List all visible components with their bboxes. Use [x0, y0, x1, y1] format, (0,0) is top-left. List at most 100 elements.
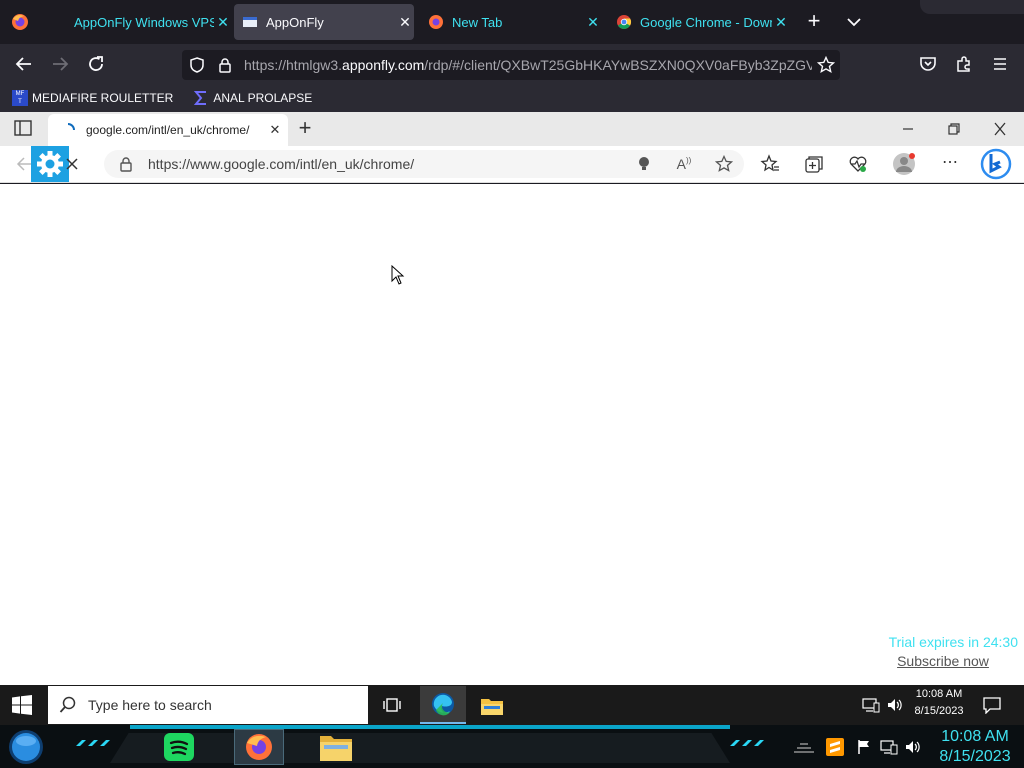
host-flag-tray-icon[interactable]: [856, 739, 872, 755]
host-tray-overflow-icon[interactable]: [792, 740, 816, 754]
reload-icon: [89, 56, 103, 71]
firefox-app-icon[interactable]: [10, 12, 30, 32]
window-icon: [242, 14, 258, 30]
edge-tab-google-chrome[interactable]: google.com/intl/en_uk/chrome/ ✕: [48, 114, 288, 146]
firefox-tab-new-tab[interactable]: New Tab ✕: [420, 4, 602, 40]
host-taskbar-frame: [110, 733, 730, 763]
stop-loading-button[interactable]: [64, 155, 80, 173]
favorites-button[interactable]: [760, 154, 780, 174]
list-all-tabs-button[interactable]: [844, 10, 864, 34]
tab-actions-icon: [14, 120, 32, 136]
host-clock-date: 8/15/2023: [939, 748, 1011, 765]
bookmarks-bar: MF T MEDIAFIRE ROULETTER ANAL PROLAPSE: [0, 84, 1024, 112]
search-icon: [48, 696, 88, 714]
subscribe-now-link[interactable]: Subscribe now: [888, 653, 998, 669]
bookmark-star-icon[interactable]: [812, 56, 840, 74]
puzzle-icon: [957, 56, 970, 72]
flag-icon: [858, 740, 869, 754]
folder-icon: [481, 699, 503, 715]
close-icon: [994, 122, 1006, 136]
mft-icon: MF T: [12, 90, 28, 106]
firefox-tab-chrome-download[interactable]: Google Chrome - Downl ✕: [608, 4, 790, 40]
tab-title: google.com/intl/en_uk/chrome/: [86, 123, 250, 137]
pocket-button[interactable]: [914, 50, 942, 78]
close-icon[interactable]: ✕: [772, 14, 790, 31]
settings-more-button[interactable]: ⋯: [940, 155, 960, 172]
sigma-icon: [193, 90, 209, 106]
url-prefix: https://htmlgw3.: [244, 57, 343, 73]
host-taskbar-accent-line: [130, 725, 730, 729]
clock-time: 10:08 AM: [915, 688, 963, 700]
minimize-button[interactable]: [898, 120, 918, 138]
bookmark-anal-prolapse[interactable]: ANAL PROLAPSE: [193, 90, 312, 106]
close-icon[interactable]: ✕: [584, 14, 602, 31]
tab-actions-button[interactable]: [14, 120, 34, 138]
close-icon[interactable]: ✕: [396, 14, 414, 31]
app-menu-button[interactable]: [986, 50, 1014, 78]
close-window-button[interactable]: [990, 120, 1010, 138]
host-clock[interactable]: 10:08 AM 8/15/2023: [930, 727, 1020, 767]
url-host: apponfly.com: [342, 57, 425, 73]
back-button[interactable]: [10, 50, 38, 78]
decor-chevrons-left: [74, 738, 118, 748]
tracking-shield-icon[interactable]: [182, 57, 212, 73]
tab-label: AppOnFly Windows VPS: [74, 14, 214, 30]
volume-tray-icon[interactable]: [886, 697, 904, 713]
restore-icon: [948, 123, 960, 135]
tab-label: AppOnFly: [266, 14, 324, 30]
bookmark-label: ANAL PROLAPSE: [213, 91, 313, 105]
page-content[interactable]: [0, 184, 1024, 685]
host-sublime-tray-icon[interactable]: [826, 738, 844, 756]
lightbulb-icon[interactable]: [624, 156, 664, 172]
read-aloud-icon[interactable]: A)): [664, 156, 704, 172]
collections-button[interactable]: [804, 154, 824, 174]
network-tray-icon[interactable]: [862, 697, 880, 713]
host-clock-time: 10:08 AM: [941, 728, 1009, 745]
start-button[interactable]: [12, 695, 36, 717]
taskbar-edge-app[interactable]: [420, 686, 466, 724]
firefox-tab-apponfly-vps[interactable]: AppOnFly Windows VPS ✕: [42, 4, 232, 40]
close-icon: [66, 158, 78, 170]
taskbar-clock[interactable]: 10:08 AM 8/15/2023: [904, 688, 974, 717]
new-tab-button[interactable]: +: [294, 117, 316, 140]
forward-button[interactable]: [46, 50, 74, 78]
windows-logo-icon: [12, 695, 32, 715]
sublime-icon: [830, 741, 840, 753]
close-icon[interactable]: ✕: [262, 122, 288, 138]
lock-icon[interactable]: [212, 57, 238, 73]
browser-essentials-button[interactable]: [848, 154, 868, 174]
host-spotify-app[interactable]: [162, 731, 196, 763]
host-start-orb[interactable]: [6, 729, 46, 765]
notification-center-button[interactable]: [982, 696, 1002, 714]
lock-icon[interactable]: [104, 156, 148, 172]
spotify-icon: [164, 733, 194, 761]
taskbar-file-explorer-app[interactable]: [474, 690, 510, 722]
url-text: https://htmlgw3.apponfly.com/rdp/#/clien…: [244, 57, 812, 73]
url-text: https://www.google.com/intl/en_uk/chrome…: [148, 156, 415, 172]
edge-address-bar[interactable]: https://www.google.com/intl/en_uk/chrome…: [104, 150, 744, 178]
reload-button[interactable]: [82, 50, 110, 78]
heart-pulse-icon: [849, 156, 867, 172]
bookmark-mediafire-roulette[interactable]: MF T MEDIAFIRE ROULETTER: [12, 90, 173, 106]
host-volume-tray-icon[interactable]: [904, 739, 922, 755]
taskbar-search-box[interactable]: Type here to search: [48, 686, 368, 724]
restore-button[interactable]: [944, 120, 964, 138]
firefox-url-bar[interactable]: https://htmlgw3.apponfly.com/rdp/#/clien…: [182, 50, 840, 80]
trial-expires-notice: Trial expires in 24:30: [888, 634, 1018, 650]
host-file-explorer-app[interactable]: [318, 731, 354, 763]
favorite-star-icon[interactable]: [704, 155, 744, 173]
cursor-icon: [391, 265, 405, 285]
host-firefox-app[interactable]: [234, 729, 284, 765]
chrome-icon: [616, 14, 632, 30]
host-network-tray-icon[interactable]: [880, 739, 898, 755]
bing-copilot-button[interactable]: [980, 148, 1012, 180]
firefox-icon: [246, 734, 272, 760]
close-icon[interactable]: ✕: [214, 14, 232, 31]
minimize-icon: [903, 128, 913, 130]
profile-button[interactable]: [892, 152, 916, 176]
firefox-tab-apponfly[interactable]: AppOnFly ✕: [234, 4, 414, 40]
extensions-button[interactable]: [950, 50, 978, 78]
new-tab-button[interactable]: +: [802, 10, 826, 34]
task-view-button[interactable]: [382, 695, 402, 715]
decor-chevrons-right: [728, 738, 772, 748]
